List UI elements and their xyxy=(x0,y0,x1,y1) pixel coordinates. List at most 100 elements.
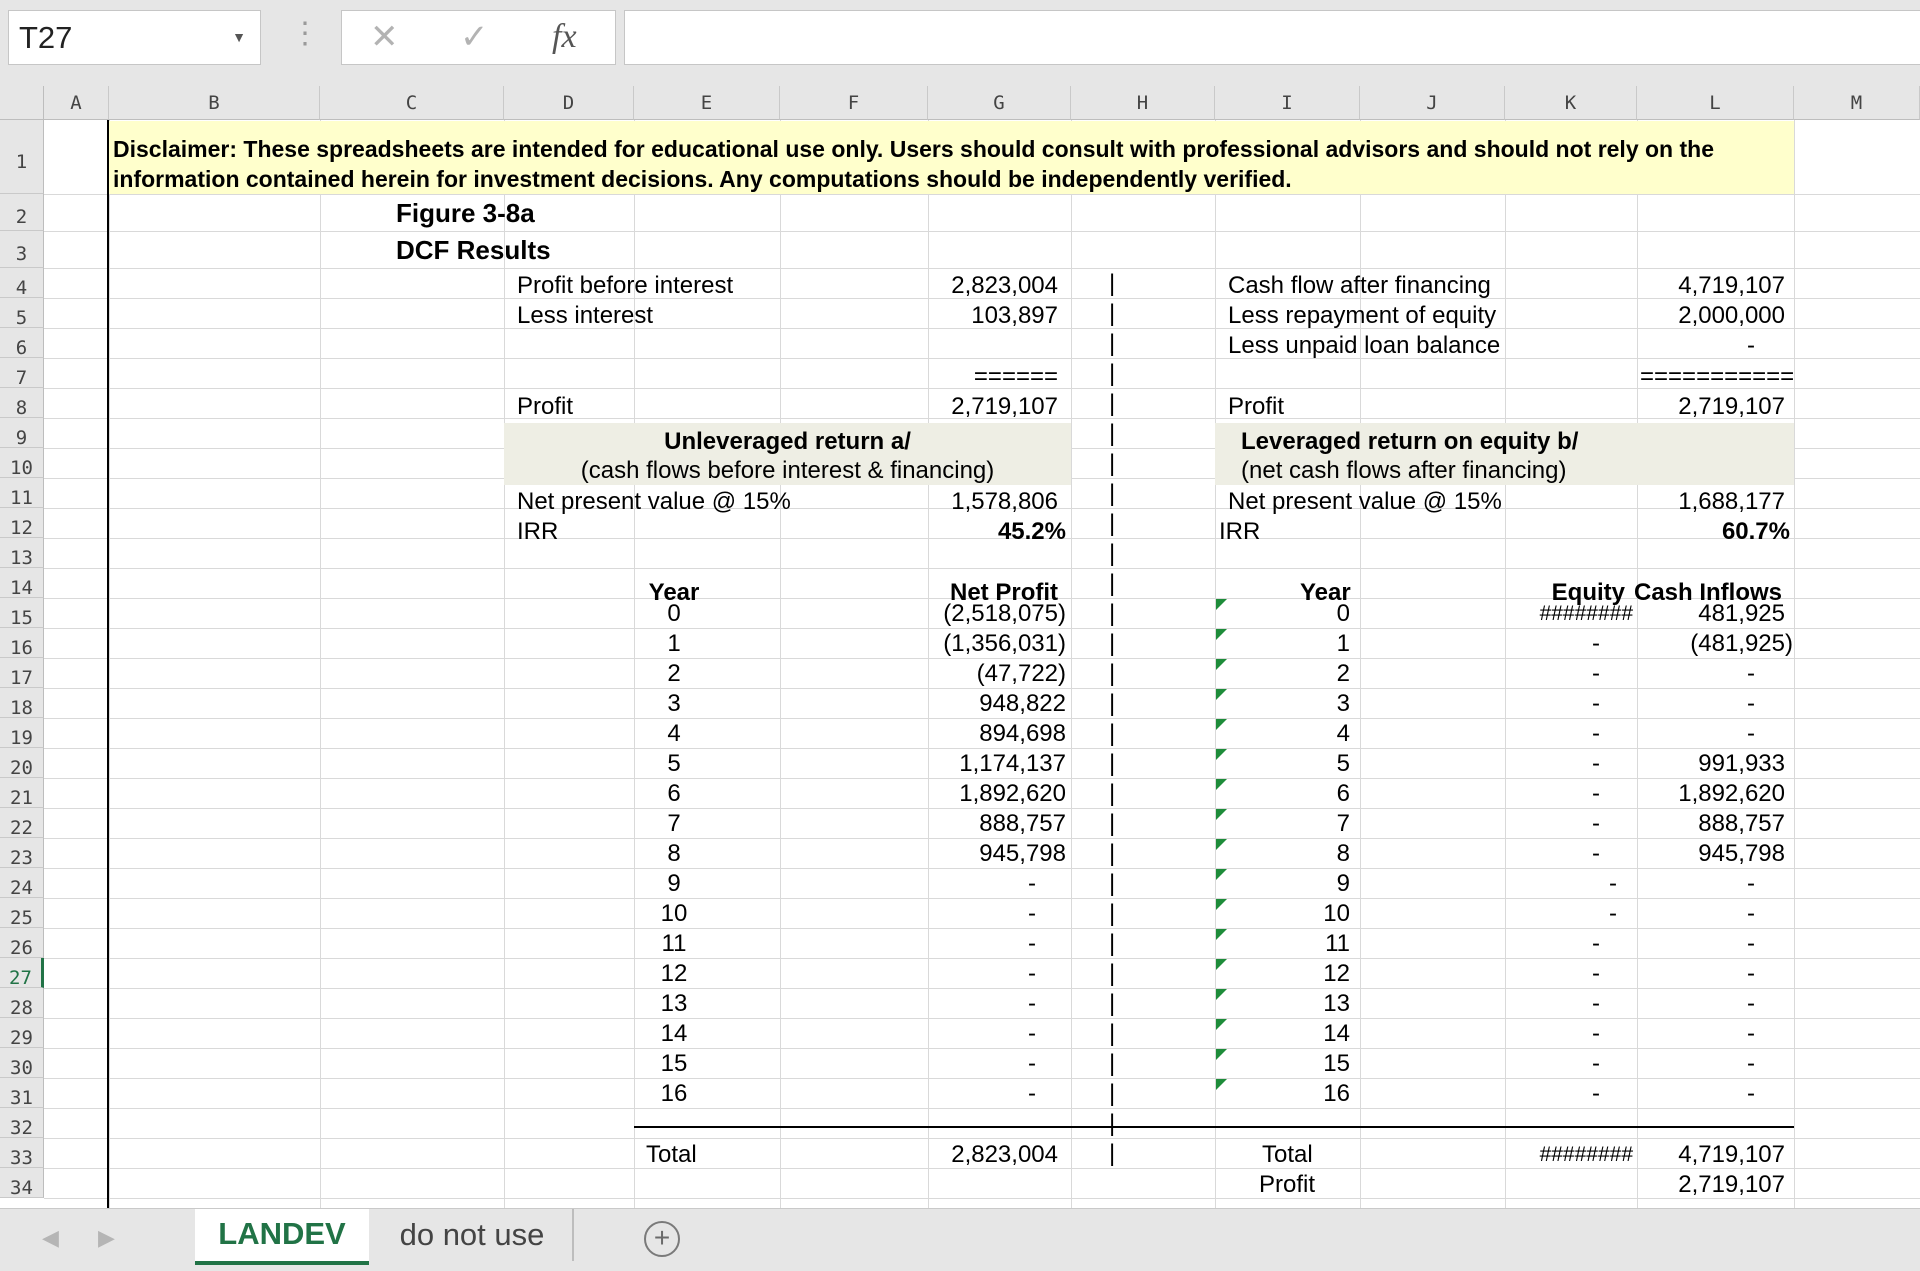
total-equity-value: ######## xyxy=(1539,1143,1633,1166)
formula-input[interactable] xyxy=(624,10,1920,65)
row-header-11[interactable]: 11 xyxy=(0,478,44,509)
equity-cell: - xyxy=(1592,660,1600,687)
figure-title: Figure 3-8a xyxy=(396,198,535,228)
row-header-31[interactable]: 31 xyxy=(0,1078,44,1109)
column-header-a[interactable]: A xyxy=(44,86,109,120)
column-header-b[interactable]: B xyxy=(109,86,320,120)
cancel-icon[interactable]: ✕ xyxy=(370,17,399,57)
error-indicator-icon[interactable] xyxy=(1216,1049,1227,1060)
error-indicator-icon[interactable] xyxy=(1216,659,1227,670)
year-cell-right: 3 xyxy=(1336,690,1350,717)
net-profit-cell: (1,356,031) xyxy=(943,630,1066,657)
error-indicator-icon[interactable] xyxy=(1216,989,1227,1000)
column-header-g[interactable]: G xyxy=(928,86,1071,120)
row-header-29[interactable]: 29 xyxy=(0,1018,44,1049)
row-header-20[interactable]: 20 xyxy=(0,748,44,779)
divider-pipe: | xyxy=(1109,270,1116,297)
row-header-9[interactable]: 9 xyxy=(0,418,44,449)
scroll-tabs-left-icon[interactable]: ◀ xyxy=(42,1225,59,1251)
row-header-19[interactable]: 19 xyxy=(0,718,44,749)
tab-landev[interactable]: LANDEV xyxy=(195,1209,369,1265)
row-header-10[interactable]: 10 xyxy=(0,448,44,479)
equity-cell: - xyxy=(1592,990,1600,1017)
more-options-icon[interactable]: ⋮ xyxy=(290,14,320,54)
row-header-22[interactable]: 22 xyxy=(0,808,44,839)
error-indicator-icon[interactable] xyxy=(1216,749,1227,760)
divider-pipe: | xyxy=(1109,1080,1116,1107)
irr-label-left: IRR xyxy=(517,518,559,545)
irr-value-right: 60.7% xyxy=(1721,518,1790,545)
error-indicator-icon[interactable] xyxy=(1216,1019,1227,1030)
error-indicator-icon[interactable] xyxy=(1216,839,1227,850)
column-header-j[interactable]: J xyxy=(1360,86,1505,120)
add-sheet-icon[interactable]: + xyxy=(644,1221,680,1257)
scroll-tabs-right-icon[interactable]: ▶ xyxy=(98,1225,115,1251)
row-header-27[interactable]: 27 xyxy=(0,958,44,989)
row-header-21[interactable]: 21 xyxy=(0,778,44,809)
equity-cell: - xyxy=(1592,780,1600,807)
row-header-23[interactable]: 23 xyxy=(0,838,44,869)
insert-function-icon[interactable]: fx xyxy=(552,17,577,57)
select-all-corner[interactable] xyxy=(0,86,44,120)
row-header-2[interactable]: 2 xyxy=(0,194,44,231)
column-header-c[interactable]: C xyxy=(320,86,504,120)
error-indicator-icon[interactable] xyxy=(1216,719,1227,730)
row-header-34[interactable]: 34 xyxy=(0,1168,44,1199)
row-header-30[interactable]: 30 xyxy=(0,1048,44,1079)
chevron-down-icon[interactable]: ▼ xyxy=(232,11,246,64)
row-header-16[interactable]: 16 xyxy=(0,628,44,659)
error-indicator-icon[interactable] xyxy=(1216,599,1227,610)
gridline-horizontal xyxy=(44,928,1920,929)
row-header-8[interactable]: 8 xyxy=(0,388,44,419)
error-indicator-icon[interactable] xyxy=(1216,899,1227,910)
name-box[interactable]: T27 ▼ xyxy=(8,10,261,65)
error-indicator-icon[interactable] xyxy=(1216,629,1227,640)
row-header-32[interactable]: 32 xyxy=(0,1108,44,1139)
row-header-33[interactable]: 33 xyxy=(0,1138,44,1169)
row-header-1[interactable]: 1 xyxy=(0,120,44,194)
row-header-14[interactable]: 14 xyxy=(0,568,44,599)
row-header-28[interactable]: 28 xyxy=(0,988,44,1019)
row-header-24[interactable]: 24 xyxy=(0,868,44,899)
column-header-l[interactable]: L xyxy=(1637,86,1794,120)
divider-pipe: | xyxy=(1109,900,1116,927)
row-header-5[interactable]: 5 xyxy=(0,298,44,329)
divider-pipe: | xyxy=(1109,720,1116,747)
error-indicator-icon[interactable] xyxy=(1216,1079,1227,1090)
gridline-horizontal xyxy=(44,898,1920,899)
spreadsheet-grid[interactable]: ABCDEFGHIJKLM 1 2 3 4 5 6 7 8 9 10 11 12 13 14 15 16 17 1… xyxy=(0,86,1920,1208)
column-header-f[interactable]: F xyxy=(780,86,928,120)
column-header-d[interactable]: D xyxy=(504,86,634,120)
divider-pipe: | xyxy=(1109,330,1116,357)
divider-pipe: | xyxy=(1109,1140,1116,1167)
row-header-26[interactable]: 26 xyxy=(0,928,44,959)
enter-icon[interactable]: ✓ xyxy=(460,17,489,57)
error-indicator-icon[interactable] xyxy=(1216,869,1227,880)
row-header-12[interactable]: 12 xyxy=(0,508,44,539)
row-header-15[interactable]: 15 xyxy=(0,598,44,629)
column-header-m[interactable]: M xyxy=(1794,86,1920,120)
row-header-17[interactable]: 17 xyxy=(0,658,44,689)
error-indicator-icon[interactable] xyxy=(1216,689,1227,700)
row-header-4[interactable]: 4 xyxy=(0,268,44,299)
divider-pipe: | xyxy=(1109,840,1116,867)
row-header-3[interactable]: 3 xyxy=(0,231,44,268)
error-indicator-icon[interactable] xyxy=(1216,929,1227,940)
tab-do-not-use[interactable]: do not use xyxy=(372,1209,574,1261)
row-header-18[interactable]: 18 xyxy=(0,688,44,719)
row-header-6[interactable]: 6 xyxy=(0,328,44,359)
row-header-25[interactable]: 25 xyxy=(0,898,44,929)
column-header-i[interactable]: I xyxy=(1215,86,1360,120)
column-header-k[interactable]: K xyxy=(1505,86,1637,120)
column-header-h[interactable]: H xyxy=(1071,86,1215,120)
divider-pipe: | xyxy=(1109,360,1116,387)
column-header-e[interactable]: E xyxy=(634,86,780,120)
less-repayment-of-equity-value: 2,000,000 xyxy=(1678,302,1785,329)
error-indicator-icon[interactable] xyxy=(1216,779,1227,790)
error-indicator-icon[interactable] xyxy=(1216,809,1227,820)
npv-label-right: Net present value @ 15% xyxy=(1228,488,1502,515)
error-indicator-icon[interactable] xyxy=(1216,959,1227,970)
row-header-7[interactable]: 7 xyxy=(0,358,44,389)
equity-cell: - xyxy=(1609,900,1617,927)
row-header-13[interactable]: 13 xyxy=(0,538,44,569)
